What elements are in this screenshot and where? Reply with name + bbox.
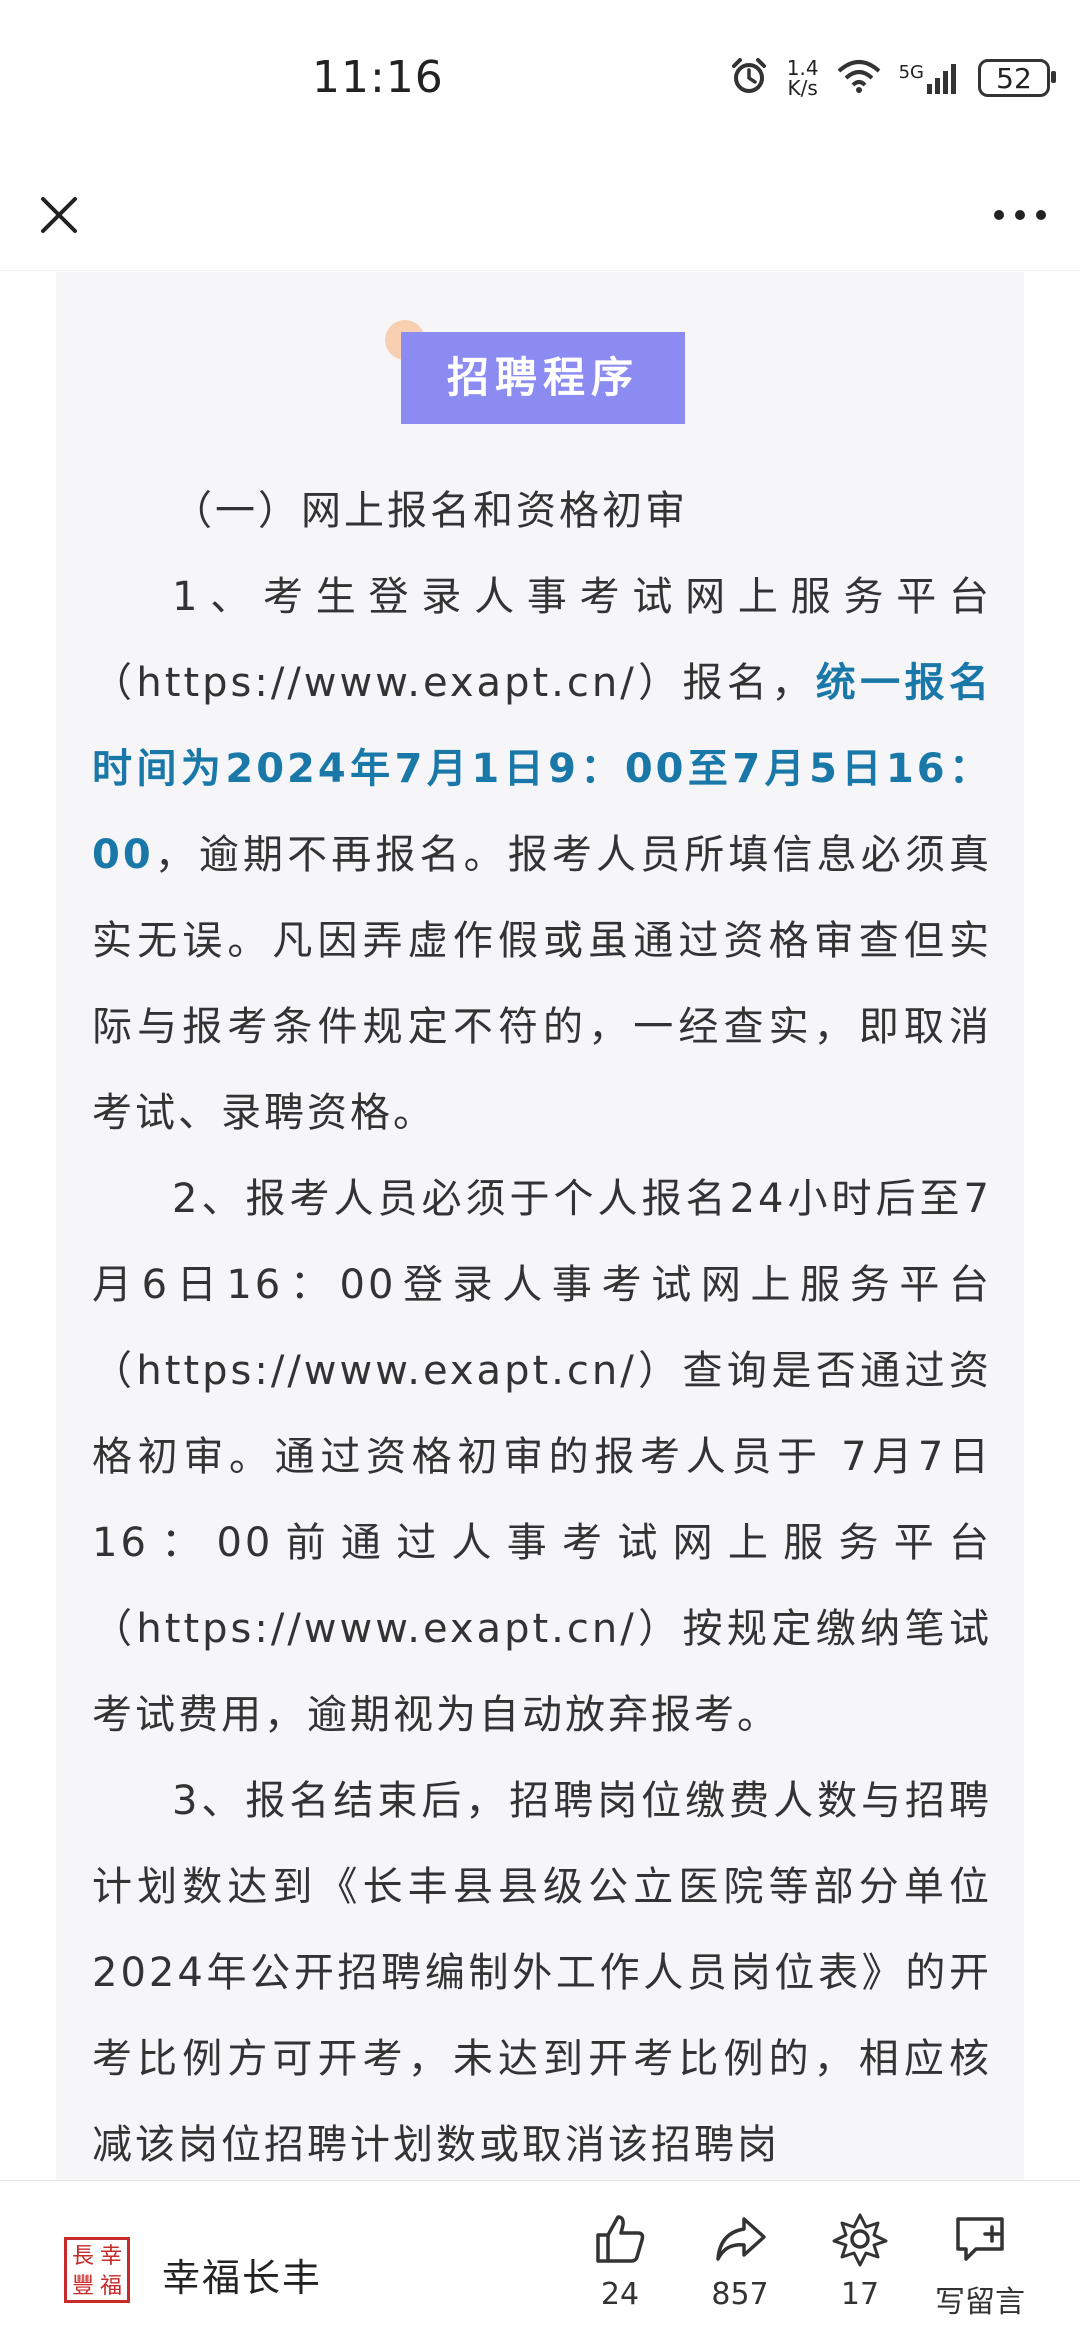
- status-icons: 1.4 K/s 5G 52: [729, 56, 1056, 100]
- wifi-icon: [837, 59, 881, 97]
- bottom-bar: 長 幸 豐 福 幸福长丰 24 857 17 写留言: [0, 2180, 1080, 2341]
- section-title-wrap: 招聘程序: [385, 320, 686, 424]
- top-nav: [0, 160, 1080, 271]
- section-title: 招聘程序: [401, 332, 686, 424]
- share-button[interactable]: 857: [680, 2211, 800, 2312]
- thumbs-up-icon: [596, 2215, 645, 2263]
- status-bar: 11:16 1.4 K/s 5G 52: [0, 0, 1080, 160]
- battery-indicator: 52: [978, 59, 1056, 97]
- account-name[interactable]: 幸福长丰: [162, 2247, 322, 2302]
- wow-count: 17: [840, 2277, 880, 2312]
- comment-button[interactable]: 写留言: [920, 2211, 1040, 2321]
- article-subheading: （一）网上报名和资格初审: [172, 488, 688, 534]
- close-button[interactable]: [24, 180, 94, 250]
- wow-button[interactable]: 17: [800, 2211, 920, 2312]
- share-arrow-icon: [716, 2217, 766, 2261]
- close-icon: [41, 197, 77, 233]
- status-time: 11:16: [312, 52, 444, 103]
- article-paragraph-2: 2、报考人员必须于个人报名24小时后至7月6日16：00登录人事考试网上服务平台…: [92, 1176, 992, 1738]
- article-paragraph-1: 1、考生登录人事考试网上服务平台（https://www.exapt.cn/）报…: [92, 574, 993, 1136]
- flower-icon: [832, 2213, 888, 2267]
- share-count: 857: [711, 2277, 769, 2312]
- article-content: 招聘程序 （一）网上报名和资格初审 1、考生登录人事考试网上服务平台（https…: [56, 272, 1024, 2180]
- cellular-signal-icon: 5G: [899, 62, 960, 94]
- alarm-icon: [729, 56, 769, 100]
- article-paragraph-3: 3、报名结束后，招聘岗位缴费人数与招聘计划数达到《长丰县县级公立医院等部分单位2…: [92, 1778, 992, 2168]
- more-icon: [994, 210, 1046, 220]
- like-button[interactable]: 24: [560, 2211, 680, 2312]
- article-body: （一）网上报名和资格初审 1、考生登录人事考试网上服务平台（https://ww…: [92, 468, 992, 2180]
- more-options-button[interactable]: [980, 180, 1060, 250]
- like-count: 24: [600, 2277, 640, 2312]
- comment-label: 写留言: [935, 2285, 1025, 2320]
- account-logo[interactable]: 長 幸 豐 福: [64, 2237, 130, 2303]
- comment-icon: [956, 2217, 1004, 2261]
- network-speed: 1.4 K/s: [786, 56, 819, 100]
